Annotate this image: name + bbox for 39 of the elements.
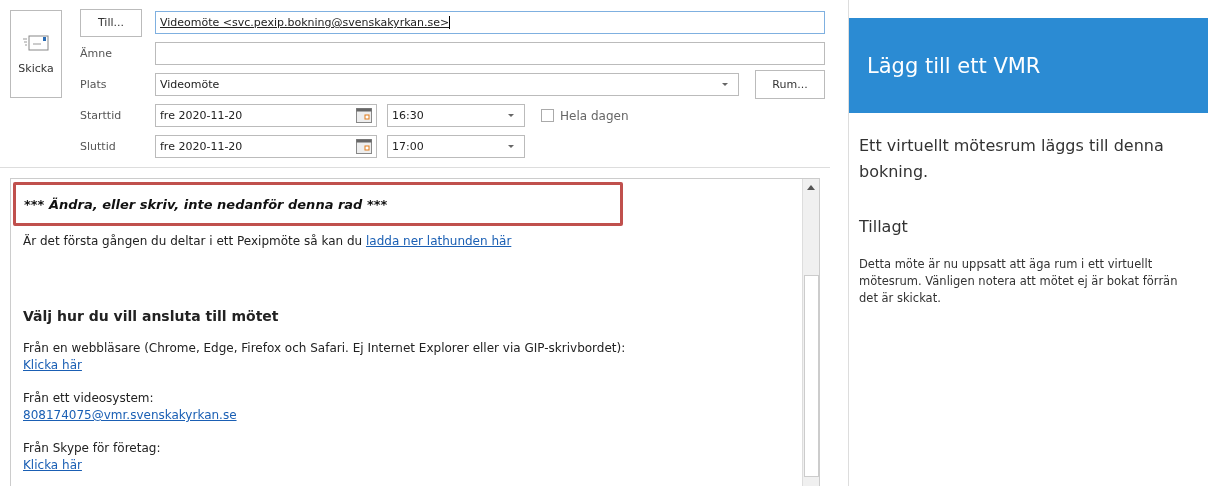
join-link[interactable]: Klicka här xyxy=(23,358,82,372)
time-dropdown[interactable]: 16:30 xyxy=(387,104,525,127)
option-text: Från ett videosystem: xyxy=(23,390,155,407)
caret-icon xyxy=(722,83,728,86)
date-field[interactable]: fre 2020-11-20 xyxy=(155,104,377,127)
rooms-button[interactable]: Rum... xyxy=(755,70,825,99)
to-button[interactable]: Till... xyxy=(80,8,142,37)
panel-lead-text: Ett virtuellt mötesrum läggs till denna bokning. xyxy=(858,135,1165,183)
option-text: Från en webbläsare (Chrome, Edge, Firefox och Safari. Ej Internet Explorer eller via GIP-skrivbordet): xyxy=(23,340,627,357)
date-field[interactable]: fre 2020-11-20 xyxy=(155,135,377,158)
field-label: Starttid xyxy=(80,109,123,122)
envelope-icon xyxy=(23,33,49,52)
caret-icon xyxy=(508,145,514,148)
field-label: Plats xyxy=(80,78,108,91)
field-label: Ämne xyxy=(80,47,113,60)
join-link[interactable]: Klicka här xyxy=(23,458,82,472)
location-dropdown[interactable]: Videomöte xyxy=(155,73,739,96)
recipient-field[interactable]: Videomöte <svc.pexip.bokning@svenskakyrkan.se> xyxy=(155,11,825,34)
scrollbar[interactable] xyxy=(802,179,819,486)
option-text: Från Skype för företag: xyxy=(23,440,162,457)
calendar-icon xyxy=(356,139,372,154)
send-button[interactable]: Skicka xyxy=(10,10,62,98)
all-day-label: Hela dagen xyxy=(560,108,629,123)
message-body[interactable] xyxy=(10,178,820,486)
time-dropdown[interactable]: 17:00 xyxy=(387,135,525,158)
status-note: Detta möte är nu uppsatt att äga rum i ett virtuellt mötesrum. Vänligen notera att mötet ej är bokat förrän det är skickat. xyxy=(858,256,1179,307)
join-link[interactable]: 808174075@vmr.svenskakyrkan.se xyxy=(23,408,237,422)
notice-text: *** Ändra, eller skriv, inte nedanför denna rad *** xyxy=(13,182,623,226)
status-heading: Tillagt xyxy=(858,216,909,236)
all-day-checkbox[interactable] xyxy=(541,109,554,122)
guide-link[interactable]: ladda ner lathunden här xyxy=(365,234,512,248)
scroll-up-icon[interactable] xyxy=(807,185,815,190)
section-heading: Välj hur du vill ansluta till mötet xyxy=(23,308,280,324)
panel-title: Lägg till ett VMR xyxy=(867,53,1041,78)
caret-icon xyxy=(508,114,514,117)
calendar-icon xyxy=(356,108,372,123)
intro-text: Är det första gången du deltar i ett Pexipmöte så kan du ladda ner lathunden här xyxy=(23,234,513,248)
subject-field[interactable] xyxy=(155,42,825,65)
field-label: Sluttid xyxy=(80,140,117,153)
